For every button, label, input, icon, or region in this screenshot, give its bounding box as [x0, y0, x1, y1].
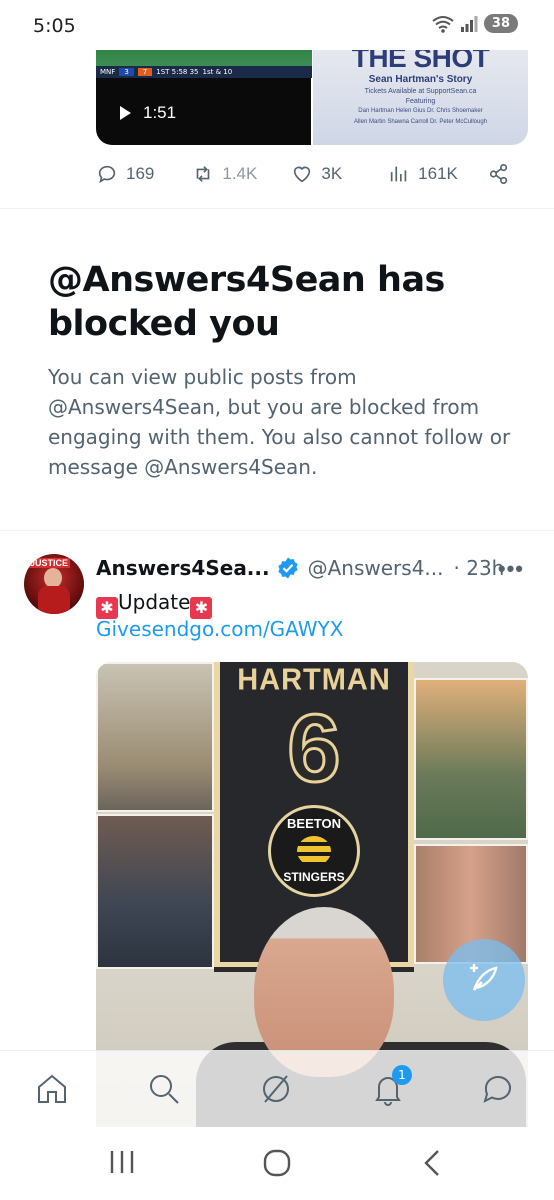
tab-grok[interactable] — [258, 1071, 294, 1107]
signal-icon — [460, 15, 478, 32]
display-name[interactable]: Answers4Sea... — [96, 556, 270, 580]
battery-indicator: 38 — [483, 14, 518, 33]
game-clock: 1ST 5:58 35 — [156, 68, 199, 76]
poster-featuring: Featuring — [405, 98, 436, 105]
reply-button[interactable]: 169 — [96, 163, 154, 185]
away-score: 7 — [137, 68, 153, 76]
poster-image[interactable]: THE SHOT Sean Hartman's Story Tickets Av… — [313, 40, 528, 145]
divider — [0, 208, 554, 209]
repost-count: 1.4K — [222, 164, 258, 183]
recent-apps-icon[interactable] — [108, 1149, 136, 1175]
jersey-number: 6 — [286, 695, 342, 802]
status-time: 5:05 — [33, 15, 76, 37]
team-crest: BEETON STINGERS — [268, 805, 360, 897]
crest-bottom-text: STINGERS — [283, 870, 345, 884]
verified-badge-icon — [277, 557, 298, 579]
reply-icon — [98, 165, 116, 184]
heart-icon — [294, 166, 311, 183]
home-icon — [38, 1074, 66, 1103]
tweet-time[interactable]: · 23h — [454, 556, 505, 580]
siren-icon: ✱ — [190, 597, 213, 619]
reply-count: 169 — [126, 164, 155, 183]
like-count: 3K — [321, 164, 343, 183]
poster-names-2: Allen Martin Shawna Carroll Dr. Peter Mc… — [353, 119, 488, 125]
status-icons: 38 — [432, 14, 518, 33]
analytics-icon — [390, 166, 407, 182]
repost-icon — [197, 166, 210, 182]
tweet-header: Answers4Sea... @Answers4... · 23h ••• — [96, 556, 536, 582]
compose-button[interactable] — [443, 939, 525, 1021]
share-button[interactable] — [488, 163, 510, 185]
divider — [0, 530, 554, 531]
grok-icon — [263, 1075, 289, 1103]
photo-father-son-car — [96, 814, 214, 969]
tweet-text-content: Update — [118, 590, 191, 614]
notifications-badge: 1 — [392, 1065, 412, 1085]
avatar[interactable]: JUSTICE — [24, 554, 84, 614]
score-bar: MNF 3 7 1ST 5:58 35 1st & 10 — [96, 66, 312, 78]
share-icon — [489, 164, 508, 184]
jersey-name: HARTMAN — [237, 663, 391, 697]
tweet-link[interactable]: Givesendgo.com/GAWYX — [96, 617, 343, 641]
play-button[interactable]: 1:51 — [120, 103, 176, 123]
back-icon[interactable] — [422, 1149, 442, 1177]
video-duration: 1:51 — [143, 103, 177, 122]
home-score: 3 — [119, 68, 134, 76]
previous-tweet-media: MNF 3 7 1ST 5:58 35 1st & 10 1:51 THE SH… — [96, 40, 528, 145]
tab-home[interactable] — [34, 1071, 70, 1107]
down-distance: 1st & 10 — [202, 68, 233, 76]
crest-top-text: BEETON — [287, 816, 341, 831]
search-icon — [150, 1075, 179, 1104]
network-label: MNF — [100, 68, 116, 76]
bee-icon — [297, 836, 331, 866]
tweet-handle[interactable]: @Answers4... — [308, 556, 444, 580]
like-button[interactable]: 3K — [291, 163, 342, 185]
photo-father-son-outdoor — [96, 662, 214, 812]
video-player[interactable]: MNF 3 7 1ST 5:58 35 1st & 10 1:51 — [96, 40, 312, 145]
wifi-icon — [432, 15, 454, 33]
views-button[interactable]: 161K — [388, 163, 458, 185]
messages-icon — [483, 1076, 511, 1103]
more-options-button[interactable]: ••• — [498, 556, 524, 582]
compose-feather-icon — [470, 964, 498, 991]
status-bar: 5:05 38 — [0, 0, 554, 50]
tab-messages[interactable] — [480, 1071, 516, 1107]
tab-search[interactable] — [146, 1071, 182, 1107]
poster-subtitle: Sean Hartman's Story — [368, 74, 473, 85]
tweet-text: ✱ Update ✱ — [96, 587, 213, 619]
avatar-tag: JUSTICE — [28, 558, 71, 568]
play-icon — [120, 106, 131, 120]
bottom-tab-bar: 1 — [0, 1050, 554, 1127]
siren-icon: ✱ — [96, 597, 118, 619]
photo-boy-with-cat — [414, 678, 528, 840]
views-count: 161K — [418, 164, 458, 183]
home-nav-icon[interactable] — [263, 1149, 291, 1177]
block-notice-body: You can view public posts from @Answers4… — [48, 365, 511, 479]
system-nav-bar — [0, 1127, 554, 1200]
tab-notifications[interactable]: 1 — [370, 1065, 412, 1107]
engagement-bar: 169 1.4K 3K 161K — [96, 163, 536, 185]
poster-tickets: Tickets Available at SupportSean.ca — [364, 88, 477, 95]
poster-names-1: Dan Hartman Helen Gius Dr. Chris Shoemak… — [358, 108, 483, 114]
block-notice-title: @Answers4Sean has blocked you — [48, 260, 445, 344]
repost-button[interactable]: 1.4K — [192, 163, 257, 185]
